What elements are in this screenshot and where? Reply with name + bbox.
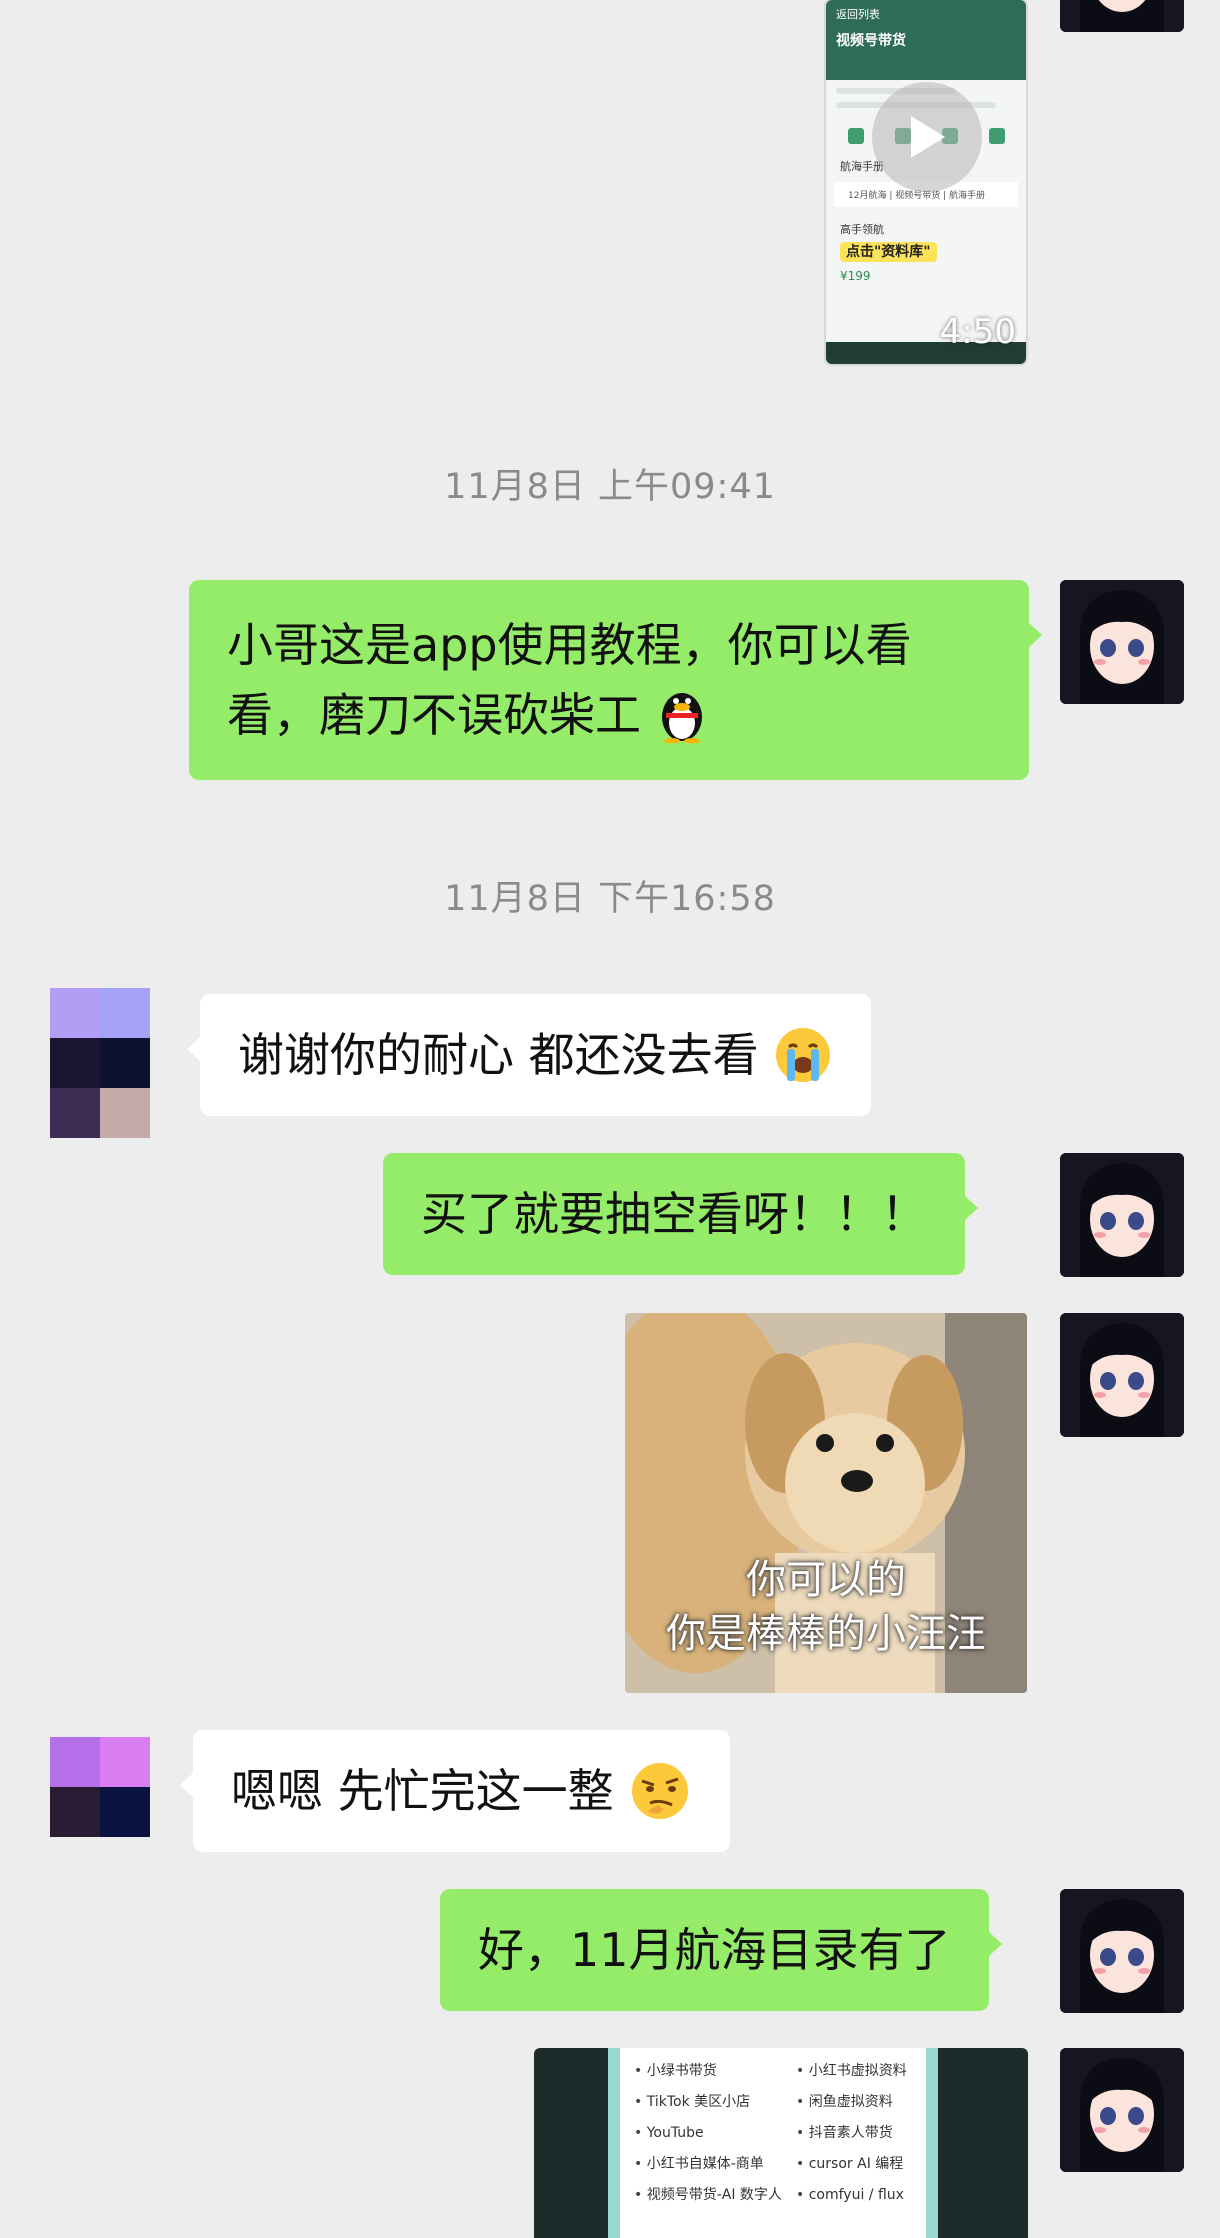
avatar-pixel (50, 1787, 100, 1837)
grid-icon (847, 128, 864, 144)
contact-avatar[interactable] (50, 1737, 150, 1837)
play-icon[interactable] (872, 82, 982, 192)
dog-sticker-image[interactable]: 你可以的 你是棒棒的小汪汪 (625, 1313, 1027, 1693)
message-bubble-theirs[interactable]: 嗯嗯 先忙完这一整 (179, 1730, 731, 1852)
video-price: ¥199 (840, 269, 871, 283)
catalog-right-column: 小红书虚拟资料 闲鱼虚拟资料 抖音素人带货 cursor AI 编程 comfy… (796, 2056, 907, 2211)
avatar-pixel (100, 988, 150, 1038)
contact-avatar[interactable] (50, 988, 150, 1138)
anime-girl-avatar-icon (1060, 1153, 1184, 1277)
catalog-item: TikTok 美区小店 (634, 2087, 782, 2118)
catalog-item: 视频号带货-AI 数字人 (634, 2180, 782, 2211)
qq-penguin-icon (656, 687, 708, 750)
avatar-pixel (100, 1737, 150, 1787)
catalog-image-message[interactable]: 小绿书带货 TikTok 美区小店 YouTube 小红书自媒体-商单 视频号带… (534, 2048, 1028, 2238)
message-bubble-mine[interactable]: 小哥这是app使用教程，你可以看 看，磨刀不误砍柴工 (189, 580, 1042, 780)
crying-face-icon (773, 1025, 833, 1092)
anime-girl-avatar-icon (1060, 1313, 1184, 1437)
catalog-item: 抖音素人带货 (796, 2118, 907, 2149)
video-callout-wrap: 点击"资料库" (826, 239, 1026, 263)
avatar-pixel (100, 1038, 150, 1088)
message-bubble-mine[interactable]: 买了就要抽空看呀！！！ (383, 1153, 978, 1275)
avatar-pixel (100, 1787, 150, 1837)
anime-girl-avatar-icon (1060, 2048, 1184, 2172)
message-text: 嗯嗯 先忙完这一整 (231, 1764, 614, 1818)
catalog-item: 小红书虚拟资料 (796, 2056, 907, 2087)
sticker-caption: 你可以的 你是棒棒的小汪汪 (625, 1553, 1027, 1661)
my-avatar[interactable] (1060, 2048, 1184, 2172)
video-section-label: 高手领航 (840, 223, 884, 236)
message-text: 好，11月航海目录有了 (478, 1923, 951, 1977)
my-avatar[interactable] (1060, 0, 1184, 32)
timestamp: 11月8日 下午16:58 (444, 879, 776, 919)
message-bubble-mine[interactable]: 好，11月航海目录有了 (440, 1889, 1002, 2011)
catalog-item: comfyui / flux (796, 2180, 907, 2211)
message-bubble-theirs[interactable]: 谢谢你的耐心 都还没去看 (186, 994, 872, 1116)
thinking-face-icon (628, 1759, 692, 1830)
message-line-with-emoji: 看，磨刀不误砍柴工 (227, 680, 991, 750)
video-back-label: 返回列表 (836, 8, 880, 21)
timestamp: 11月8日 上午09:41 (444, 467, 776, 507)
avatar-pixel (50, 1088, 100, 1138)
catalog-item: cursor AI 编程 (796, 2149, 907, 2180)
video-title: 视频号带货 (836, 33, 906, 49)
my-avatar[interactable] (1060, 580, 1184, 704)
catalog-item: 小红书自媒体-商单 (634, 2149, 782, 2180)
video-duration: 4:50 (939, 312, 1016, 352)
video-callout: 点击"资料库" (840, 242, 937, 262)
avatar-pixel (100, 1088, 150, 1138)
catalog-page: 小绿书带货 TikTok 美区小店 YouTube 小红书自媒体-商单 视频号带… (608, 2048, 938, 2238)
grid-icon (988, 128, 1005, 144)
anime-girl-avatar-icon (1060, 0, 1184, 32)
my-avatar[interactable] (1060, 1153, 1184, 1277)
catalog-item: YouTube (634, 2118, 782, 2149)
my-avatar[interactable] (1060, 1313, 1184, 1437)
anime-girl-avatar-icon (1060, 1889, 1184, 2013)
message-text: 谢谢你的耐心 都还没去看 (238, 1028, 759, 1082)
my-avatar[interactable] (1060, 1889, 1184, 2013)
avatar-pixel (50, 1737, 100, 1787)
avatar-pixel (50, 1038, 100, 1088)
message-text: 买了就要抽空看呀！！！ (421, 1187, 927, 1241)
catalog-left-column: 小绿书带货 TikTok 美区小店 YouTube 小红书自媒体-商单 视频号带… (634, 2056, 782, 2211)
sticker-caption-line: 你是棒棒的小汪汪 (666, 1611, 986, 1657)
sticker-caption-line: 你可以的 (746, 1557, 906, 1603)
avatar-pixel (50, 988, 100, 1038)
video-message-thumbnail[interactable]: 返回列表 视频号带货 航海手册 12月航海 | 视频号带货 | 航海手册 高手领… (824, 0, 1028, 366)
message-line: 看，磨刀不误砍柴工 (227, 688, 641, 742)
catalog-item: 闲鱼虚拟资料 (796, 2087, 907, 2118)
anime-girl-avatar-icon (1060, 580, 1184, 704)
message-line: 小哥这是app使用教程，你可以看 (227, 618, 912, 672)
video-header: 返回列表 视频号带货 (826, 0, 1026, 80)
catalog-item: 小绿书带货 (634, 2056, 782, 2087)
